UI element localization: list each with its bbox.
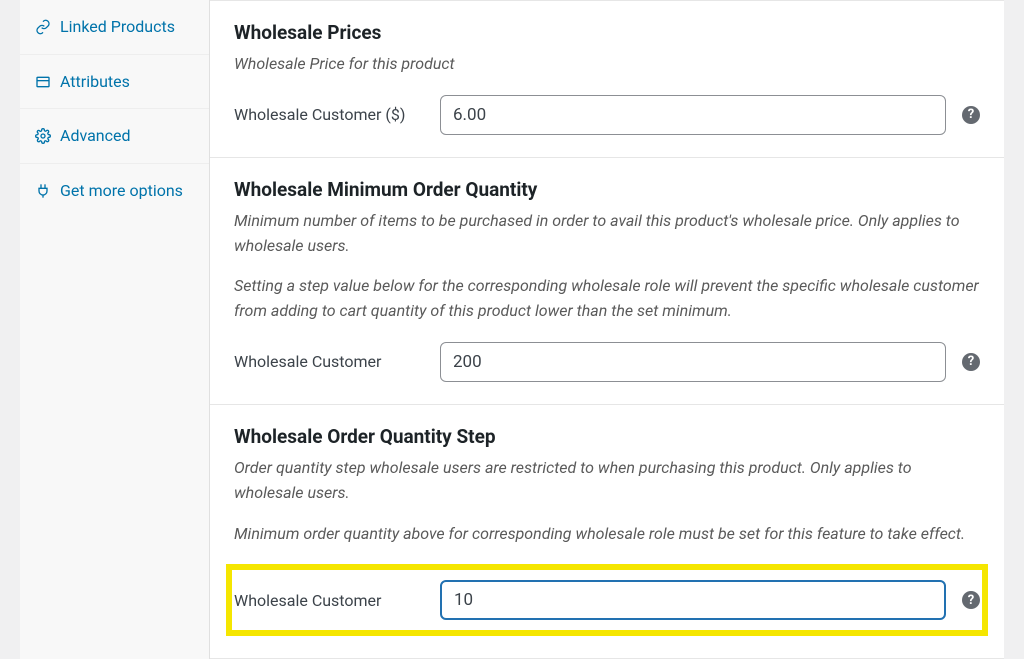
section-title: Wholesale Order Quantity Step (234, 425, 980, 448)
sidebar-item-label: Get more options (60, 180, 183, 202)
main-content: Wholesale Prices Wholesale Price for thi… (210, 0, 1004, 659)
sidebar-item-attributes[interactable]: Attributes (20, 55, 209, 110)
section-help-text: Wholesale Price for this product (234, 52, 980, 77)
help-icon[interactable]: ? (962, 106, 980, 124)
field-label: Wholesale Customer (234, 352, 424, 371)
section-help-text: Minimum number of items to be purchased … (234, 209, 980, 259)
field-row-min-qty: Wholesale Customer ? (234, 342, 980, 382)
sidebar: Linked Products Attributes (20, 0, 210, 659)
layout: Linked Products Attributes (20, 0, 1004, 659)
min-qty-input[interactable] (440, 342, 946, 382)
card-icon (34, 73, 52, 91)
section-title: Wholesale Minimum Order Quantity (234, 178, 980, 201)
section-title: Wholesale Prices (234, 21, 980, 44)
field-label: Wholesale Customer ($) (234, 105, 424, 124)
sidebar-item-get-more-options[interactable]: Get more options (20, 164, 209, 218)
sidebar-item-advanced[interactable]: Advanced (20, 109, 209, 164)
field-row-wholesale-price: Wholesale Customer ($) ? (234, 95, 980, 135)
sidebar-item-linked-products[interactable]: Linked Products (20, 0, 209, 55)
section-help-text: Minimum order quantity above for corresp… (234, 522, 980, 547)
step-input[interactable] (440, 580, 946, 620)
section-help-text: Order quantity step wholesale users are … (234, 456, 980, 506)
field-row-step: Wholesale Customer ? (234, 580, 980, 620)
wholesale-price-input[interactable] (440, 95, 946, 135)
help-icon[interactable]: ? (962, 353, 980, 371)
page-wrap: Linked Products Attributes (0, 0, 1024, 659)
highlighted-field-wrapper: Wholesale Customer ? (234, 564, 980, 636)
section-wholesale-step: Wholesale Order Quantity Step Order quan… (210, 405, 1004, 659)
sidebar-item-label: Attributes (60, 71, 130, 93)
plug-icon (34, 182, 52, 200)
field-label: Wholesale Customer (234, 591, 424, 610)
sidebar-item-label: Linked Products (60, 16, 175, 38)
link-icon (34, 18, 52, 36)
help-icon[interactable]: ? (962, 591, 980, 609)
sidebar-item-label: Advanced (60, 125, 131, 147)
section-wholesale-min-qty: Wholesale Minimum Order Quantity Minimum… (210, 158, 1004, 405)
gear-icon (34, 127, 52, 145)
section-wholesale-prices: Wholesale Prices Wholesale Price for thi… (210, 0, 1004, 158)
section-help-text: Setting a step value below for the corre… (234, 274, 980, 324)
